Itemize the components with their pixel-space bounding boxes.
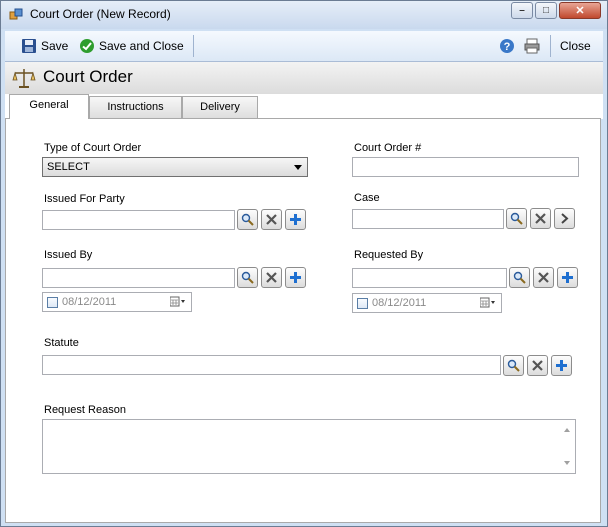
general-tab-panel: Type of Court Order SELECT Court Order #…	[5, 118, 601, 523]
save-button[interactable]: Save	[21, 35, 68, 57]
type-of-court-order-select[interactable]: SELECT	[42, 157, 308, 177]
issued-by-search-button[interactable]	[237, 267, 258, 288]
toolbar: Save Save and Close ? Close	[5, 31, 603, 62]
page-title: Court Order	[43, 67, 133, 86]
plus-icon	[290, 214, 301, 225]
scroll-up-arrow-icon[interactable]	[564, 428, 570, 432]
case-input[interactable]	[352, 209, 504, 229]
svg-text:?: ?	[504, 41, 511, 53]
app-icon	[9, 8, 23, 20]
close-icon: ✕	[575, 5, 585, 17]
case-search-button[interactable]	[506, 208, 527, 229]
calendar-dropdown-icon[interactable]	[480, 297, 498, 308]
chevron-down-icon	[294, 165, 302, 170]
scales-of-justice-icon	[12, 69, 36, 88]
requested-by-input[interactable]	[352, 268, 507, 288]
case-open-button[interactable]	[554, 208, 575, 229]
search-icon	[507, 359, 520, 372]
search-icon	[510, 212, 523, 225]
tab-delivery[interactable]: Delivery	[182, 96, 258, 118]
search-icon	[241, 213, 254, 226]
requested-by-add-button[interactable]	[557, 267, 578, 288]
maximize-button[interactable]: □	[535, 2, 557, 19]
search-icon	[241, 271, 254, 284]
requested-by-date-value: 08/12/2011	[372, 297, 427, 309]
toolbar-separator	[193, 35, 194, 57]
tab-general-label: General	[29, 99, 69, 111]
save-label: Save	[41, 39, 69, 53]
window-title: Court Order (New Record)	[30, 7, 171, 21]
requested-by-search-button[interactable]	[509, 267, 530, 288]
close-window-button[interactable]: ✕	[559, 2, 601, 19]
print-icon[interactable]	[523, 37, 541, 55]
issued-by-label: Issued By	[44, 249, 93, 261]
requested-by-date-checkbox[interactable]	[357, 298, 368, 309]
search-icon	[513, 271, 526, 284]
clear-x-icon	[538, 272, 549, 283]
clear-x-icon	[266, 272, 277, 283]
title-bar: Court Order (New Record) – □ ✕	[1, 1, 607, 29]
minimize-icon: –	[519, 5, 525, 16]
help-icon[interactable]: ?	[499, 38, 515, 54]
form-header: Court Order	[5, 62, 603, 94]
save-icon	[22, 39, 36, 53]
requested-by-clear-button[interactable]	[533, 267, 554, 288]
tab-delivery-label: Delivery	[200, 101, 240, 113]
statute-clear-button[interactable]	[527, 355, 548, 376]
save-and-close-label: Save and Close	[99, 39, 184, 53]
issued-for-party-add-button[interactable]	[285, 209, 306, 230]
issued-for-party-label: Issued For Party	[44, 193, 125, 205]
tab-instructions[interactable]: Instructions	[89, 96, 182, 118]
requested-by-date-picker[interactable]: 08/12/2011	[352, 293, 502, 313]
issued-by-input[interactable]	[42, 268, 235, 288]
check-icon	[80, 39, 94, 53]
close-label: Close	[560, 39, 591, 53]
plus-icon	[290, 272, 301, 283]
tab-instructions-label: Instructions	[107, 101, 164, 113]
plus-icon	[562, 272, 573, 283]
court-order-window: Court Order (New Record) – □ ✕ Save Save…	[0, 0, 608, 527]
tab-strip: General Instructions Delivery	[5, 94, 603, 119]
statute-add-button[interactable]	[551, 355, 572, 376]
issued-for-party-input[interactable]	[42, 210, 235, 230]
toolbar-separator	[550, 35, 551, 57]
chevron-right-icon	[561, 213, 569, 224]
minimize-button[interactable]: –	[511, 2, 533, 19]
issued-by-date-value: 08/12/2011	[62, 296, 117, 308]
issued-by-date-picker[interactable]: 08/12/2011	[42, 292, 192, 312]
statute-search-button[interactable]	[503, 355, 524, 376]
statute-input[interactable]	[42, 355, 501, 375]
scroll-down-arrow-icon[interactable]	[564, 461, 570, 465]
issued-by-add-button[interactable]	[285, 267, 306, 288]
type-of-court-order-label: Type of Court Order	[44, 142, 142, 154]
request-reason-textarea[interactable]	[42, 419, 576, 474]
statute-label: Statute	[44, 337, 79, 349]
issued-by-date-checkbox[interactable]	[47, 297, 58, 308]
request-reason-label: Request Reason	[44, 404, 126, 416]
plus-icon	[556, 360, 567, 371]
maximize-icon: □	[542, 5, 550, 16]
issued-by-clear-button[interactable]	[261, 267, 282, 288]
clear-x-icon	[535, 213, 546, 224]
type-of-court-order-value: SELECT	[47, 161, 90, 173]
court-order-number-label: Court Order #	[354, 142, 422, 154]
tab-general[interactable]: General	[9, 94, 89, 119]
issued-for-party-clear-button[interactable]	[261, 209, 282, 230]
close-button[interactable]: Close	[560, 35, 591, 57]
court-order-number-input[interactable]	[352, 157, 579, 177]
calendar-dropdown-icon[interactable]	[170, 296, 188, 307]
clear-x-icon	[532, 360, 543, 371]
case-label: Case	[354, 192, 380, 204]
case-clear-button[interactable]	[530, 208, 551, 229]
save-and-close-button[interactable]: Save and Close	[79, 35, 184, 57]
clear-x-icon	[266, 214, 277, 225]
issued-for-party-search-button[interactable]	[237, 209, 258, 230]
requested-by-label: Requested By	[354, 249, 424, 261]
